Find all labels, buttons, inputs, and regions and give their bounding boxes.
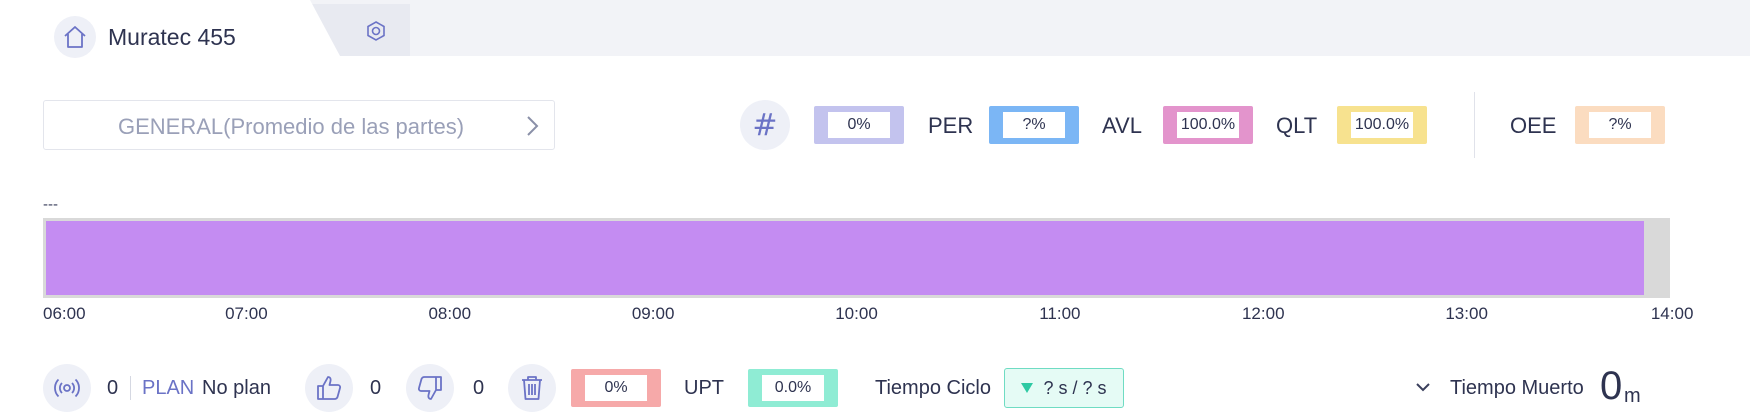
chevron-down-icon[interactable] (1414, 380, 1432, 394)
plan-divider (130, 376, 131, 400)
scrap-button[interactable] (508, 364, 556, 412)
count-kpi-box: 0% (814, 106, 904, 144)
timeline-tick-label: 10:00 (835, 304, 878, 323)
upt-kpi-value: 0.0% (762, 375, 824, 401)
timeline-state-bar[interactable] (46, 221, 1644, 295)
signal-count: 0 (107, 377, 119, 399)
tab-title: Muratec 455 (108, 24, 236, 50)
scrap-kpi-value: 0% (585, 375, 647, 401)
timeline-tick-label: 06:00 (43, 304, 86, 323)
cycle-time-box: ? s / ? s (1004, 368, 1124, 408)
timeline-label: --- (43, 196, 58, 213)
thumbs-up-icon (317, 376, 342, 400)
per-kpi-value: ?% (1003, 112, 1065, 138)
scrap-kpi-box: 0% (571, 369, 661, 407)
qlt-label: QLT (1276, 113, 1318, 138)
oee-kpi-value: ?% (1589, 112, 1651, 138)
avl-kpi-value: 100.0% (1177, 112, 1239, 138)
plan-value: No plan (202, 377, 271, 399)
good-parts-button[interactable] (305, 364, 353, 412)
triangle-down-icon (1021, 383, 1034, 393)
upt-label: UPT (684, 377, 724, 399)
timeline-tick-label: 14:00 (1650, 304, 1694, 323)
settings-icon[interactable] (365, 20, 387, 42)
timeline-tick-label: 08:00 (428, 304, 472, 323)
part-selector[interactable]: GENERAL(Promedio de las partes) (43, 100, 555, 150)
tab-strip: Muratec 455 (0, 0, 1750, 58)
part-selector-label: GENERAL(Promedio de las partes) (118, 114, 465, 139)
home-icon (64, 26, 86, 48)
bad-count: 0 (473, 377, 485, 399)
oee-kpi-box: ?% (1575, 106, 1665, 144)
timeline-tick-label: 07:00 (225, 304, 268, 323)
per-kpi-box: ?% (989, 106, 1079, 144)
signal-button[interactable] (43, 364, 91, 412)
signal-icon (54, 378, 80, 398)
qlt-kpi-value: 100.0% (1351, 112, 1413, 138)
timeline-track (43, 218, 1670, 298)
hash-icon: # (740, 100, 790, 150)
dead-time-value: 0 (1600, 364, 1623, 408)
dead-time-label: Tiempo Muerto (1450, 377, 1584, 399)
cycle-time-label: Tiempo Ciclo (875, 377, 991, 399)
plan-label: PLAN (142, 377, 195, 399)
per-label: PER (928, 113, 974, 138)
qlt-kpi-box: 100.0% (1337, 106, 1427, 144)
upt-kpi-box: 0.0% (748, 369, 838, 407)
chevron-right-icon (527, 116, 539, 136)
count-kpi-value: 0% (828, 112, 890, 138)
cycle-time-value: ? s / ? s (1043, 377, 1107, 398)
avl-kpi-box: 100.0% (1163, 106, 1253, 144)
trash-icon (522, 376, 542, 400)
bad-parts-button[interactable] (406, 364, 454, 412)
thumbs-down-icon (417, 376, 442, 400)
oee-label: OEE (1510, 113, 1557, 138)
home-button[interactable] (54, 16, 96, 58)
dead-time-unit: m (1624, 385, 1641, 407)
timeline-tick-label: 13:00 (1445, 304, 1488, 323)
timeline-tick-label: 12:00 (1241, 304, 1285, 323)
timeline-tick-label: 11:00 (1039, 304, 1081, 323)
timeline-tick-label: 09:00 (631, 304, 675, 323)
good-count: 0 (370, 377, 382, 399)
kpi-divider (1474, 92, 1475, 158)
avl-label: AVL (1102, 113, 1142, 138)
